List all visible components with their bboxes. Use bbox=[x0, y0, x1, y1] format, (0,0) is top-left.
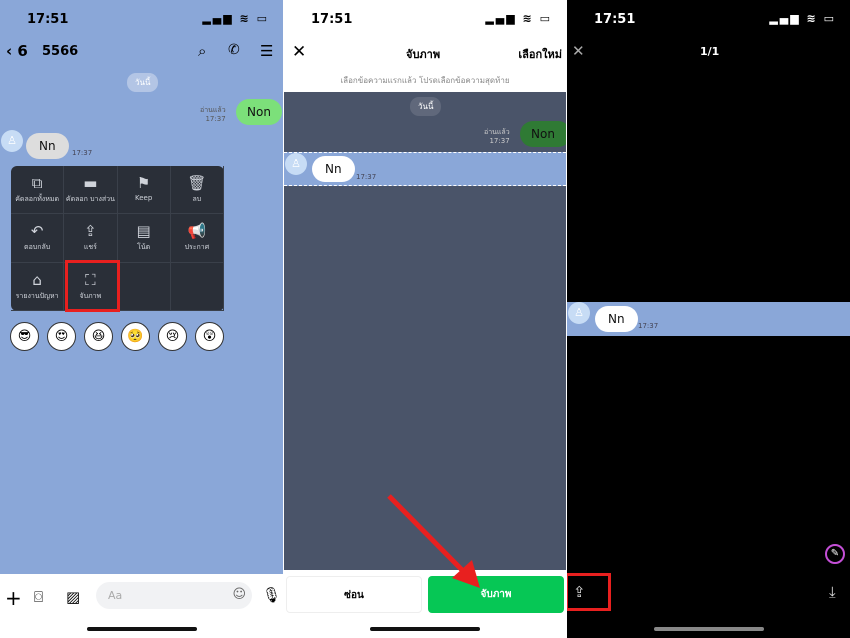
menu-item-share[interactable]: ⇪ แชร์ bbox=[64, 214, 118, 263]
announce-icon: 📢 bbox=[187, 222, 207, 241]
menu-item-report[interactable]: ⌂ รายงานปัญหา bbox=[11, 262, 65, 311]
close-icon[interactable]: ✕ bbox=[572, 42, 585, 60]
menu-item-label: แชร์ bbox=[83, 243, 97, 252]
menu-item-delete[interactable]: 🗑 ลบ bbox=[170, 166, 224, 215]
received-message[interactable]: Nn bbox=[26, 133, 69, 159]
menu-item-label: คัดลอก บางส่วน bbox=[65, 195, 115, 203]
camera-icon[interactable]: ⌼ bbox=[34, 588, 43, 606]
edit-icon[interactable]: ✎ bbox=[825, 544, 845, 564]
emoji-reactions: 😎 😍 😆 🥺 😢 😲 bbox=[10, 322, 224, 351]
sent-message[interactable]: Non bbox=[236, 99, 282, 125]
received-message: Nn bbox=[595, 306, 638, 332]
menu-item-announce[interactable]: 📢 ประกาศ bbox=[170, 214, 224, 263]
copy-all-icon: ⧉ bbox=[31, 174, 43, 192]
menu-empty-cell bbox=[170, 262, 224, 311]
home-indicator bbox=[86, 627, 197, 631]
menu-item-label: ตอบกลับ bbox=[24, 243, 51, 252]
emoji-icon[interactable]: ☺ bbox=[232, 587, 246, 602]
avatar: ♙ bbox=[568, 302, 590, 324]
time-label: 17:37 bbox=[356, 173, 377, 181]
read-label: อ่านแล้ว bbox=[200, 106, 226, 114]
time-label: 17:37 bbox=[638, 322, 659, 330]
date-label: วันนี้ bbox=[410, 97, 442, 116]
page-title: จับภาพ bbox=[406, 48, 441, 61]
back-button[interactable]: ‹ 6 bbox=[6, 42, 28, 60]
menu-item-label: ประกาศ bbox=[184, 243, 210, 252]
sticker-reaction[interactable]: 😎 bbox=[10, 322, 39, 351]
time-label: 17:37 bbox=[205, 115, 226, 123]
menu-item-keep[interactable]: ⚑ Keep bbox=[117, 166, 171, 215]
date-label: วันนี้ bbox=[127, 73, 159, 92]
delete-icon: 🗑 bbox=[187, 174, 207, 192]
menu-item-label: โน้ต bbox=[137, 243, 151, 252]
sticker-reaction[interactable]: 🥺 bbox=[121, 322, 150, 351]
menu-item-label: Keep bbox=[134, 194, 153, 202]
close-icon[interactable]: ✕ bbox=[292, 42, 306, 62]
chat-title: 5566 bbox=[42, 44, 79, 59]
menu-empty-cell bbox=[117, 262, 171, 311]
sticker-reaction[interactable]: 😲 bbox=[195, 322, 224, 351]
menu-item-note[interactable]: ▤ โน้ต bbox=[117, 214, 171, 263]
image-icon[interactable]: ▨ bbox=[66, 588, 80, 606]
home-indicator bbox=[370, 627, 480, 631]
page-counter: 1/1 bbox=[700, 45, 720, 58]
highlight-box bbox=[567, 573, 611, 611]
highlight-box bbox=[65, 260, 120, 312]
menu-item-label: คัดลอกทั้งหมด bbox=[15, 195, 60, 203]
time-label: 17:37 bbox=[489, 137, 510, 145]
status-bar: 17:51 ▂▄▆ ≋ ▭ bbox=[27, 12, 269, 27]
share-icon: ⇪ bbox=[84, 222, 97, 241]
menu-item-copy-all[interactable]: ⧉ คัดลอกทั้งหมด bbox=[11, 166, 65, 215]
plus-icon[interactable]: + bbox=[5, 586, 22, 610]
menu-item-copy-partial[interactable]: ▬ คัดลอก บางส่วน bbox=[64, 166, 118, 215]
report-icon: ⌂ bbox=[32, 270, 42, 289]
phone-icon[interactable]: ✆ bbox=[228, 42, 240, 58]
status-bar: 17:51 ▂▄▆ ≋ ▭ bbox=[594, 12, 836, 27]
menu-item-label: ลบ bbox=[192, 195, 202, 203]
received-message[interactable]: Nn bbox=[312, 156, 355, 182]
home-indicator bbox=[653, 627, 764, 631]
arrow-annotation bbox=[387, 494, 480, 588]
reply-icon: ↶ bbox=[30, 222, 44, 241]
menu-item-label: รายงานปัญหา bbox=[15, 291, 59, 300]
status-bar: 17:51 ▂▄▆ ≋ ▭ bbox=[311, 12, 552, 27]
sticker-reaction[interactable]: 😆 bbox=[84, 322, 113, 351]
menu-icon[interactable]: ☰ bbox=[260, 42, 273, 60]
preview-panel: 17:51 ▂▄▆ ≋ ▭ ✕ 1/1 ♙ Nn 17:37 ✎ ⇪ ⤓ bbox=[567, 0, 850, 638]
hint-text: เลือกข้อความแรกแล้ว โปรดเลือกข้อความสุดท… bbox=[340, 76, 510, 85]
menu-item-reply[interactable]: ↶ ตอบกลับ bbox=[11, 214, 65, 263]
sticker-reaction[interactable]: 😍 bbox=[47, 322, 76, 351]
avatar: ♙ bbox=[285, 153, 307, 175]
message-input[interactable]: Aa ☺ bbox=[96, 582, 252, 609]
read-label: อ่านแล้ว bbox=[484, 128, 510, 136]
copy-partial-icon: ▬ bbox=[83, 174, 98, 192]
avatar[interactable]: ♙ bbox=[1, 130, 23, 152]
note-icon: ▤ bbox=[136, 222, 151, 241]
search-icon[interactable]: ⌕ bbox=[198, 42, 206, 60]
time-label: 17:37 bbox=[72, 149, 93, 157]
chat-panel: 17:51 ▂▄▆ ≋ ▭ ‹ 6 5566 ⌕ ✆ ☰ วันนี้ อ่านแ… bbox=[0, 0, 283, 638]
capture-select-panel: 17:51 ▂▄▆ ≋ ▭ ✕ จับภาพ เลือกใหม่ เลือกข้อ… bbox=[284, 0, 566, 638]
reselect-button[interactable]: เลือกใหม่ bbox=[518, 45, 562, 63]
sticker-reaction[interactable]: 😢 bbox=[158, 322, 187, 351]
download-icon[interactable]: ⤓ bbox=[829, 583, 836, 601]
keep-icon: ⚑ bbox=[136, 174, 151, 192]
input-bar: + ⌼ ▨ Aa ☺ 🎙 bbox=[0, 574, 283, 638]
sent-message[interactable]: Non bbox=[520, 121, 566, 147]
mic-icon[interactable]: 🎙 bbox=[262, 586, 281, 604]
